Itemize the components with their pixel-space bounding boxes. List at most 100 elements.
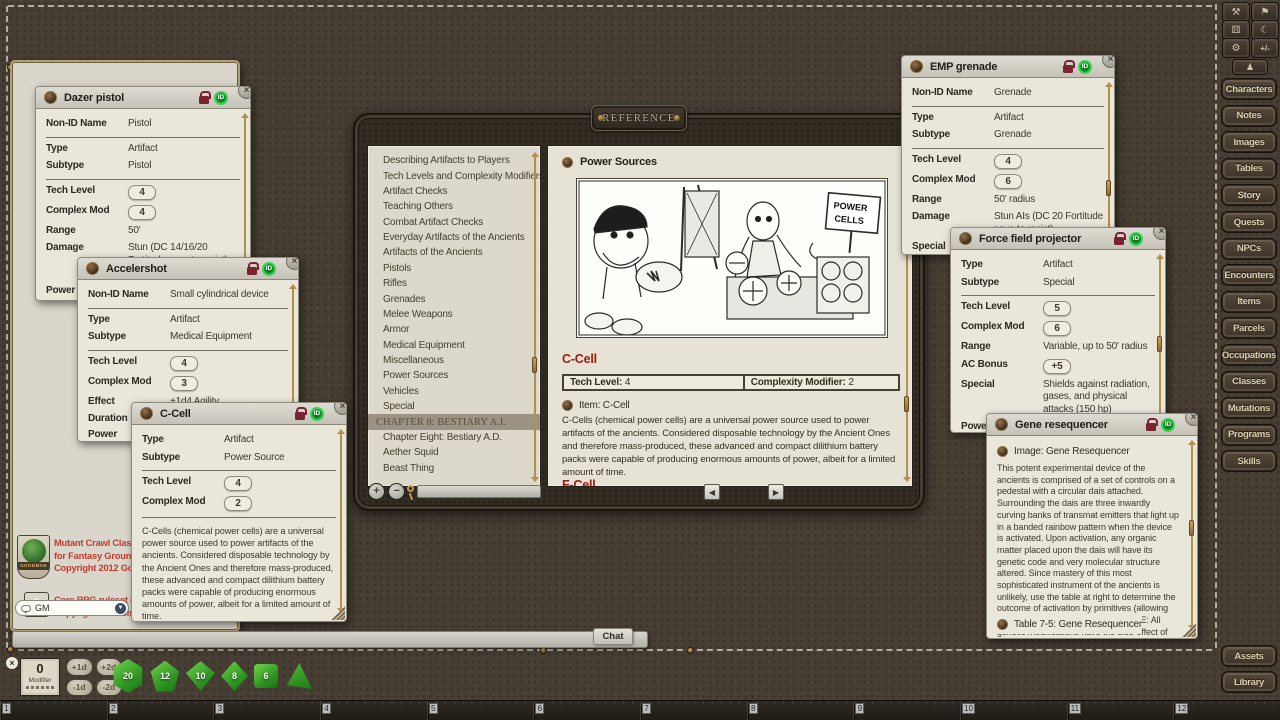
id-badge-icon[interactable]: ID [1161,418,1175,432]
pointer-icon[interactable]: ♟ [1232,59,1268,75]
window-scrollbar[interactable] [1105,82,1112,246]
id-badge-icon[interactable]: ID [214,91,228,105]
reference-window[interactable]: REFERENCE Describing Artifacts to Player… [353,113,925,511]
zoom-out-button[interactable]: − [388,483,405,500]
item-link-row[interactable]: Item: C-Cell [562,396,629,415]
reference-nav-item[interactable]: Teaching Others [368,199,540,214]
id-badge-icon[interactable]: ID [1129,232,1143,246]
sidebar-item[interactable]: Programs [1221,424,1277,446]
chevron-down-icon[interactable]: ▼ [115,603,126,614]
item-window-gene-resequencer[interactable]: Gene resequencer ID × Image: Gene Resequ… [986,413,1198,639]
hotkey-slot[interactable]: 8 [747,701,854,720]
reference-nav-item[interactable]: Melee Weapons [368,307,540,322]
hotkey-slot[interactable]: 2 [107,701,214,720]
window-titlebar[interactable]: Force field projector ID [951,228,1165,250]
hotkey-slot[interactable]: 6 [533,701,640,720]
hotkey-slot[interactable]: 11 [1067,701,1174,720]
field-value[interactable]: Artifact [224,434,336,447]
window-scrollbar[interactable] [337,429,344,613]
sidebar-item[interactable]: Items [1221,291,1277,313]
reference-nav-item[interactable]: Tech Levels and Complexity Modifiers [368,168,540,183]
sidebar-item[interactable]: NPCs [1221,238,1277,260]
field-value[interactable]: 5 [1043,301,1071,316]
item-sphere-icon[interactable] [910,60,923,73]
party-sheet-icon[interactable]: ⚑ [1251,2,1279,22]
die[interactable]: 8 [221,661,248,691]
field-value[interactable]: 4 [128,205,156,220]
lock-icon[interactable] [198,91,209,104]
hotkey-slot[interactable]: 1 [0,701,107,720]
field-value[interactable]: 2 [224,496,252,511]
field-value[interactable]: Shields against radiation, gases, and ph… [1043,379,1155,417]
sidebar-item[interactable]: Quests [1221,211,1277,233]
reference-nav-item[interactable]: Aether Squid [368,445,540,460]
table-link-label[interactable]: Table 7-5: Gene Resequencer [1014,619,1142,630]
die-modifier-button[interactable]: -1d [66,679,93,697]
field-value[interactable]: 4 [170,356,198,371]
image-link-label[interactable]: Image: Gene Resequencer [1014,446,1129,457]
die[interactable]: 6 [254,664,278,688]
reference-nav-item[interactable]: Power Sources [368,368,540,383]
chat-speaker-dropdown[interactable]: GM ▼ [15,600,129,616]
sidebar-item[interactable]: Mutations [1221,397,1277,419]
reference-nav-item[interactable]: Armor [368,322,540,337]
window-titlebar[interactable]: Accelershot ID [78,258,298,280]
id-badge-icon[interactable]: ID [310,407,324,421]
window-titlebar[interactable]: C-Cell ID [132,403,346,425]
field-value[interactable]: Grenade [994,87,1104,100]
hotkey-slot[interactable]: 3 [213,701,320,720]
die[interactable] [284,663,312,689]
chat-entry-input[interactable]: Chat [12,631,648,648]
field-value[interactable]: 50' [128,225,240,238]
reference-nav-item[interactable]: Combat Artifact Checks [368,215,540,230]
reference-nav-item[interactable]: Miscellaneous [368,353,540,368]
modifiers-icon[interactable]: +/- [1251,38,1279,58]
reference-nav-item[interactable]: Special [368,399,540,414]
field-value[interactable]: 4 [128,185,156,200]
item-window-ccell[interactable]: C-Cell ID × Type Artifact Subtype Power … [131,402,347,622]
item-sphere-icon[interactable] [959,232,972,245]
reference-nav-item[interactable]: Describing Artifacts to Players [368,153,540,168]
reference-nav-item[interactable]: Pistols [368,261,540,276]
sidebar-item[interactable]: Classes [1221,371,1277,393]
sidebar-item[interactable]: Characters [1221,78,1277,100]
image-link-row[interactable]: Image: Gene Resequencer [997,442,1187,461]
prev-page-button[interactable]: ◀ [704,484,720,500]
window-scrollbar[interactable] [1156,254,1163,424]
reference-nav-item[interactable]: Artifacts of the Ancients [368,245,540,260]
field-value[interactable]: Pistol [128,160,240,173]
field-value[interactable]: Small cylindrical device [170,289,288,302]
dice-tower-icon[interactable]: ⚄ [1222,20,1250,40]
field-value[interactable]: 6 [994,174,1022,189]
hotkey-slot[interactable]: 7 [640,701,747,720]
window-titlebar[interactable]: Dazer pistol ID [36,87,250,109]
field-value[interactable]: 3 [170,376,198,391]
id-badge-icon[interactable]: ID [1078,60,1092,74]
sidebar-item[interactable]: Tables [1221,158,1277,180]
die[interactable]: 10 [186,661,215,691]
reference-nav-item[interactable]: Artifact Checks [368,184,540,199]
lock-icon[interactable] [1113,232,1124,245]
window-titlebar[interactable]: EMP grenade ID [902,56,1114,78]
reference-nav-item[interactable]: Beast Thing [368,461,540,476]
field-value[interactable]: Artifact [1043,259,1155,272]
reference-nav-item[interactable]: Chapter Eight: Bestiary A.D. [368,430,540,445]
field-value[interactable]: 6 [1043,321,1071,336]
chat-tab[interactable]: Chat [593,628,633,645]
nav-scrollbar[interactable] [531,152,538,482]
lock-icon[interactable] [246,262,257,275]
field-value[interactable]: 50' radius [994,194,1104,207]
sidebar-item[interactable]: Parcels [1221,317,1277,339]
reference-nav-item[interactable]: CHAPTER 8: BESTIARY A.I. [368,414,540,429]
link-sphere-icon[interactable] [997,446,1008,457]
field-value[interactable]: Variable, up to 50' radius [1043,341,1155,354]
sidebar-item[interactable]: Notes [1221,105,1277,127]
hotkey-slot[interactable]: 9 [853,701,960,720]
options-icon[interactable]: ⚙ [1222,38,1250,58]
lock-icon[interactable] [1145,418,1156,431]
item-window-force-field-projector[interactable]: Force field projector ID × Type Artifact… [950,227,1166,433]
lock-icon[interactable] [294,407,305,420]
die-modifier-button[interactable]: +1d [66,658,93,676]
reference-nav-item[interactable]: Vehicles [368,384,540,399]
field-value[interactable]: Artifact [170,314,288,327]
